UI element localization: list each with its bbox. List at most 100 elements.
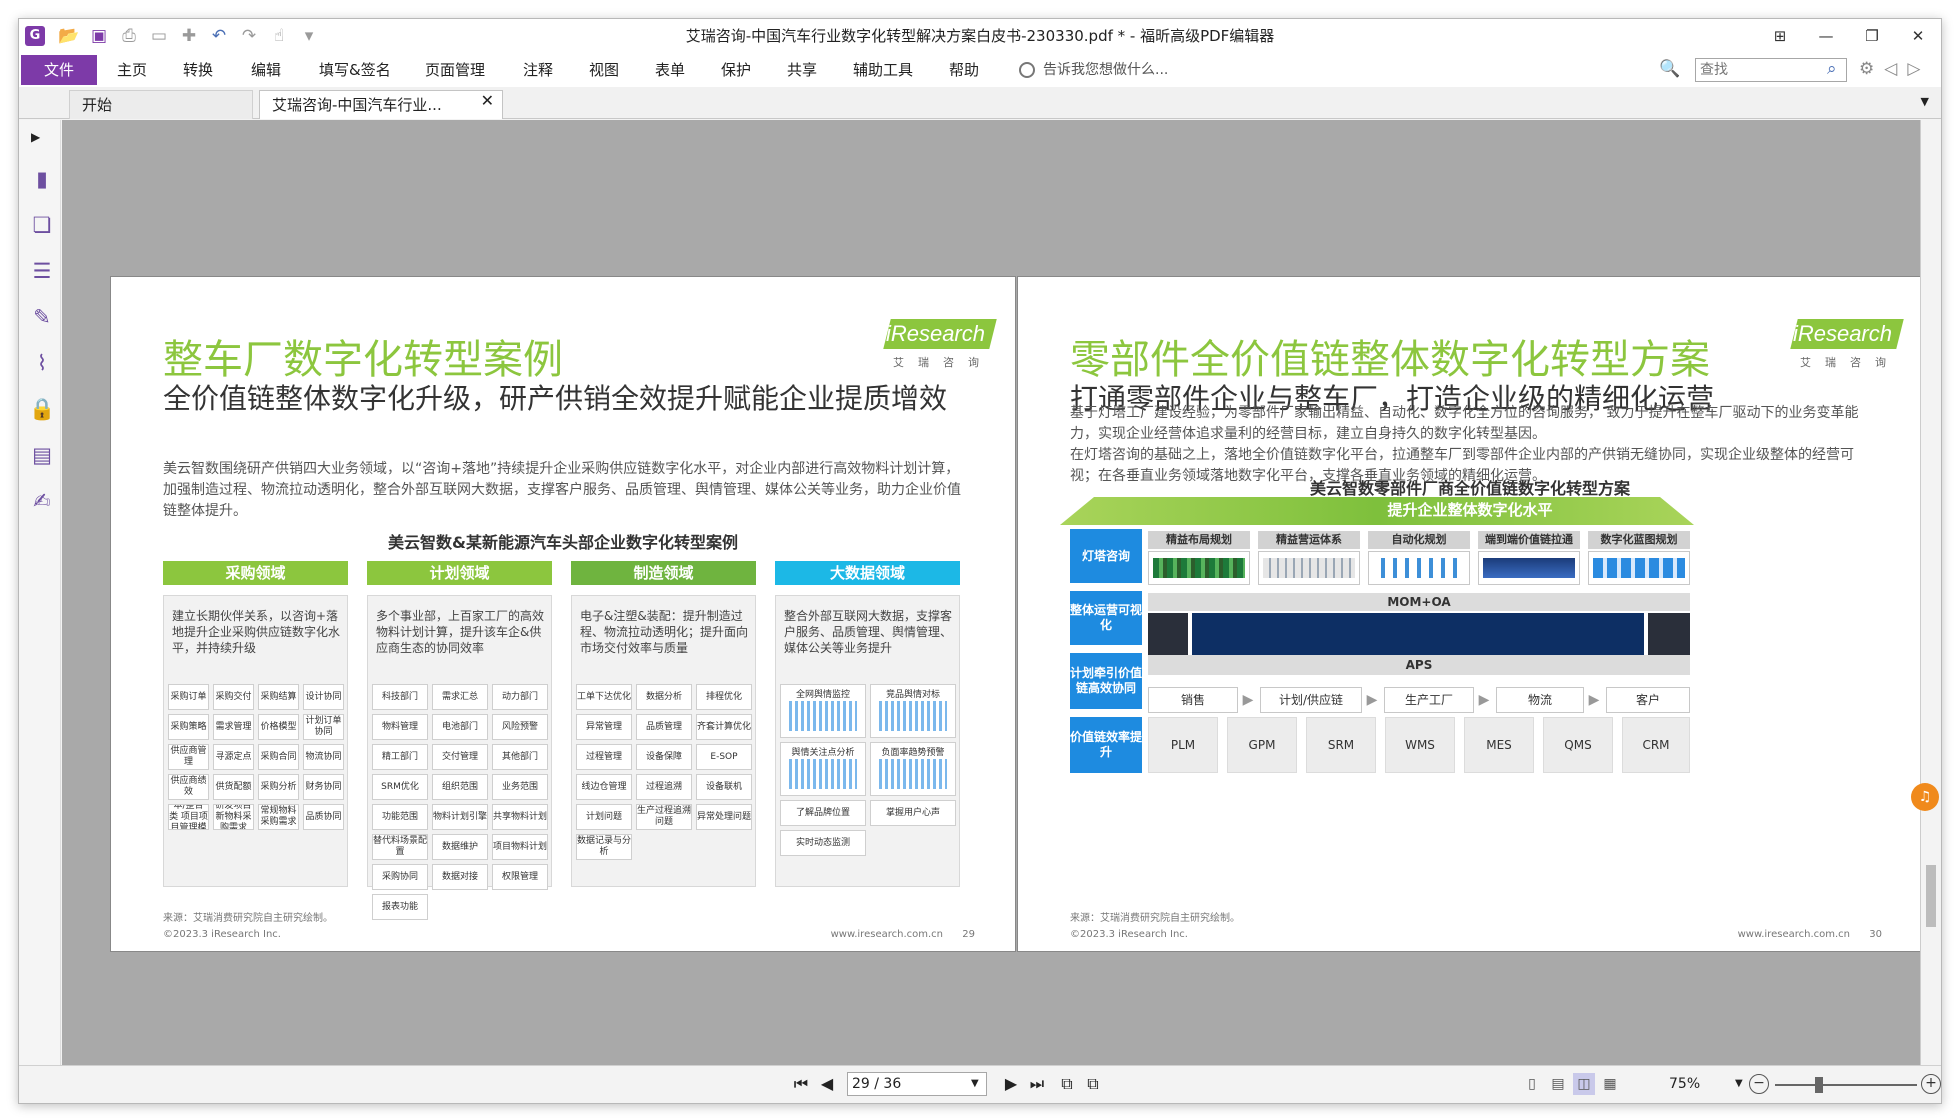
- arrow-right-icon: ▶: [1478, 692, 1490, 708]
- customize-icon[interactable]: ▾: [297, 24, 321, 48]
- flow-step: 计划/供应链: [1260, 687, 1362, 713]
- scan-icon[interactable]: ▭: [147, 24, 171, 48]
- menu-accessibility[interactable]: 辅助工具: [853, 55, 913, 85]
- zoom-slider-thumb[interactable]: [1815, 1077, 1823, 1093]
- layout-plan-thumbnail: [1148, 551, 1250, 585]
- support-headset-icon[interactable]: ♫: [1911, 783, 1939, 811]
- gear-icon[interactable]: ⚙: [1859, 59, 1874, 79]
- expand-panel-icon[interactable]: ▶: [31, 130, 40, 144]
- new-icon[interactable]: ✚: [177, 24, 201, 48]
- tab-start[interactable]: 开始: [69, 90, 253, 119]
- tab-document[interactable]: 艾瑞咨询-中国汽车行业... ✕: [259, 90, 503, 119]
- menu-bar: 文件 主页 转换 编辑 填写&签名 页面管理 注释 视图 表单 保护 共享 辅助…: [19, 53, 1941, 87]
- aps-bar: APS: [1148, 655, 1690, 675]
- capability-cell: 物料计划引擎: [432, 804, 488, 830]
- print-icon[interactable]: ⎙: [117, 24, 141, 48]
- restore-layout-icon[interactable]: ⊞: [1757, 19, 1803, 53]
- consulting-item: 精益布局规划: [1148, 531, 1250, 549]
- layers-icon[interactable]: ☰: [29, 258, 55, 284]
- security-icon[interactable]: 🔒: [29, 396, 55, 422]
- menu-home[interactable]: 主页: [117, 55, 147, 85]
- capability-cell: 物料管理: [372, 714, 428, 740]
- mini-bar-chart: [789, 701, 857, 731]
- column-head-procurement: 采购领域: [163, 561, 348, 585]
- next-page-icon[interactable]: ▶: [999, 1072, 1023, 1096]
- capability-cell: 品质管理: [636, 714, 692, 740]
- nav-back-icon[interactable]: ◁: [1884, 59, 1897, 79]
- nav-forward-icon[interactable]: ▷: [1907, 59, 1920, 79]
- close-tab-icon[interactable]: ✕: [481, 91, 494, 110]
- blueprint-thumbnail: [1588, 551, 1690, 585]
- find-options-icon[interactable]: 🔍: [1659, 59, 1680, 79]
- close-icon[interactable]: ✕: [1895, 19, 1941, 53]
- page-dropdown-icon[interactable]: ▼: [971, 1078, 979, 1089]
- search-icon[interactable]: ⌕: [1827, 59, 1837, 79]
- mini-bar-chart: [879, 759, 947, 789]
- single-page-view-icon[interactable]: ▯: [1521, 1073, 1543, 1095]
- capability-cell: 共享物料计划: [492, 804, 548, 830]
- capability-cell: 采购合同: [258, 744, 299, 770]
- next-view-icon[interactable]: ⧉: [1081, 1072, 1105, 1096]
- signature-icon[interactable]: ✍: [29, 488, 55, 514]
- hand-tool-icon[interactable]: ☝: [267, 24, 291, 48]
- vertical-scrollbar[interactable]: [1920, 120, 1941, 1067]
- save-icon[interactable]: ▣: [87, 24, 111, 48]
- undo-icon[interactable]: ↶: [207, 24, 231, 48]
- capability-cell: 了解品牌位置: [780, 800, 866, 826]
- open-folder-icon[interactable]: 📂: [57, 24, 81, 48]
- capability-cell: 采购策略: [168, 714, 209, 740]
- form-fields-icon[interactable]: ▤: [29, 442, 55, 468]
- zoom-out-icon[interactable]: −: [1749, 1074, 1769, 1094]
- menu-comment[interactable]: 注释: [523, 55, 553, 85]
- zoom-in-icon[interactable]: +: [1921, 1074, 1941, 1094]
- menu-protect[interactable]: 保护: [721, 55, 751, 85]
- attachments-icon[interactable]: ⌇: [29, 350, 55, 376]
- tab-list-dropdown-icon[interactable]: ▼: [1921, 95, 1929, 108]
- capability-cell: 数据记录与分析: [576, 834, 632, 860]
- capability-cell: SRM优化: [372, 774, 428, 800]
- menu-fill-sign[interactable]: 填写&签名: [319, 55, 391, 85]
- document-viewport[interactable]: 整车厂数字化转型案例 iResearch 艾瑞咨询 全价值链整体数字化升级，研产…: [62, 120, 1922, 1067]
- maximize-icon[interactable]: ❐: [1849, 19, 1895, 53]
- previous-view-icon[interactable]: ⧉: [1055, 1072, 1079, 1096]
- ops-system-thumbnail: [1258, 551, 1360, 585]
- tab-label: 开始: [82, 96, 113, 114]
- find-input[interactable]: [1695, 58, 1847, 82]
- scrollbar-thumb[interactable]: [1926, 865, 1936, 927]
- row-label-visibility: 整体运营可视化: [1070, 591, 1142, 645]
- bookmark-icon[interactable]: ▮: [29, 166, 55, 192]
- continuous-facing-view-icon[interactable]: ▦: [1599, 1073, 1621, 1095]
- zoom-dropdown-icon[interactable]: ▼: [1735, 1078, 1743, 1089]
- capability-cell: 常规物料采购需求: [258, 804, 299, 830]
- menu-view[interactable]: 视图: [589, 55, 619, 85]
- comments-icon[interactable]: ✎: [29, 304, 55, 330]
- capability-cell: 实时动态监测: [780, 830, 866, 856]
- capability-cell: 物流协同: [303, 744, 344, 770]
- first-page-icon[interactable]: ⏮: [789, 1072, 813, 1096]
- menu-edit[interactable]: 编辑: [251, 55, 281, 85]
- menu-page-management[interactable]: 页面管理: [425, 55, 485, 85]
- continuous-view-icon[interactable]: ▤: [1547, 1073, 1569, 1095]
- previous-page-icon[interactable]: ◀: [815, 1072, 839, 1096]
- pages-icon[interactable]: ❏: [29, 212, 55, 238]
- capability-cell: 业务范围: [492, 774, 548, 800]
- page-number-input[interactable]: 29 / 36: [847, 1072, 987, 1096]
- menu-file[interactable]: 文件: [21, 55, 97, 85]
- minimize-icon[interactable]: —: [1803, 19, 1849, 53]
- menu-form[interactable]: 表单: [655, 55, 685, 85]
- zoom-level[interactable]: 75%: [1669, 1072, 1700, 1096]
- capability-cell: 数据维护: [432, 834, 488, 860]
- analytics-card: 全网舆情监控: [780, 684, 866, 738]
- menu-share[interactable]: 共享: [787, 55, 817, 85]
- dashboard-thumbnail: [1648, 613, 1690, 655]
- zoom-slider[interactable]: [1775, 1084, 1917, 1086]
- redo-icon[interactable]: ↷: [237, 24, 261, 48]
- facing-view-icon[interactable]: ◫: [1573, 1073, 1595, 1095]
- last-page-icon[interactable]: ⏭: [1025, 1072, 1049, 1096]
- tab-label: 艾瑞咨询-中国汽车行业...: [272, 96, 442, 114]
- tell-me-search[interactable]: 告诉我您想做什么...: [1043, 55, 1168, 85]
- menu-help[interactable]: 帮助: [949, 55, 979, 85]
- capability-cell: 数据分析: [636, 684, 692, 710]
- menu-convert[interactable]: 转换: [183, 55, 213, 85]
- iresearch-logo: iResearch 艾瑞咨询: [869, 319, 997, 369]
